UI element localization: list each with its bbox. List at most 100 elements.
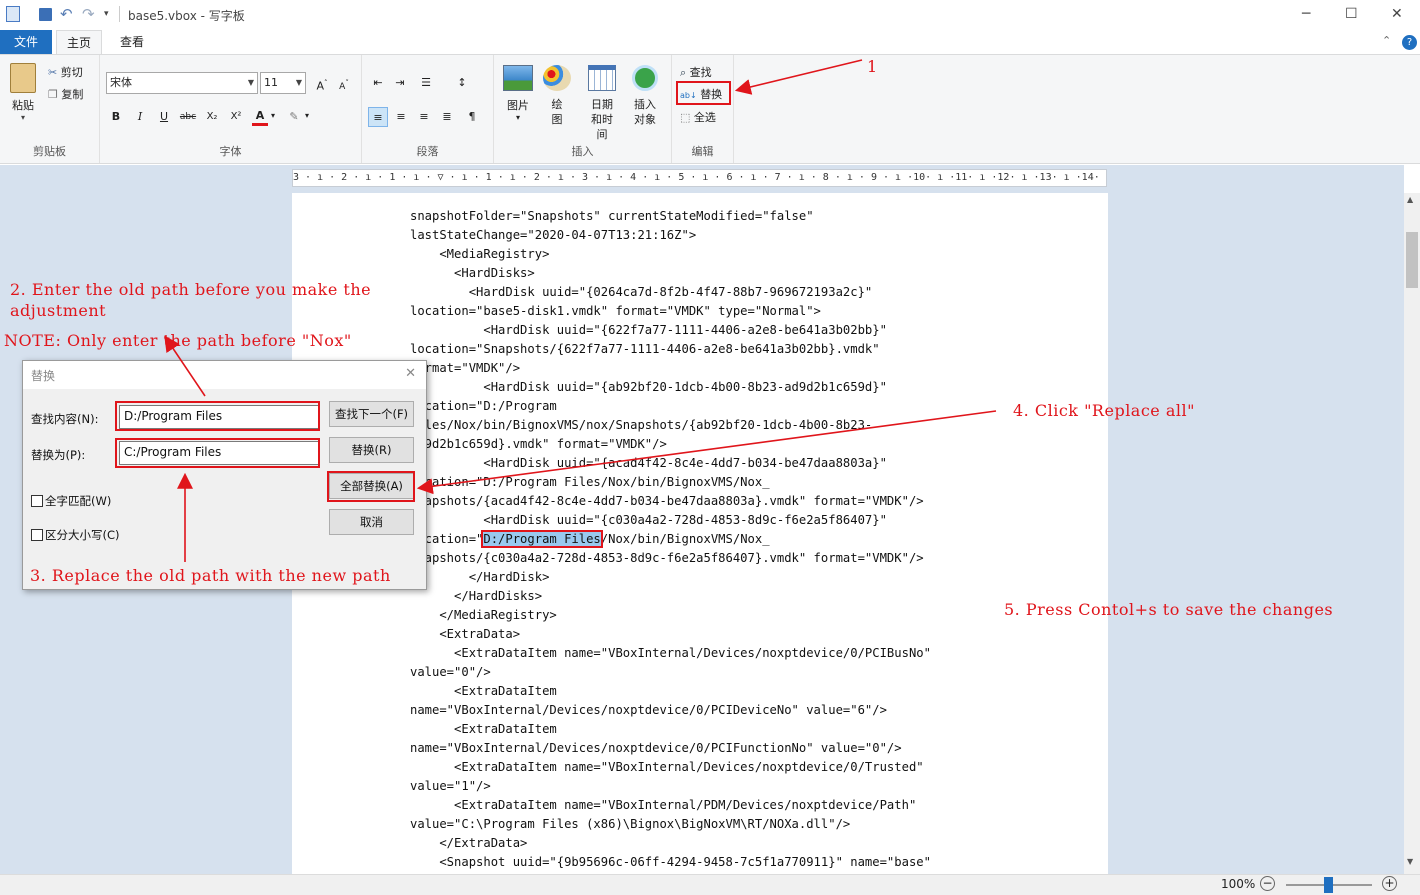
align-center-icon[interactable]: ≡: [391, 107, 411, 127]
underline-icon[interactable]: U: [154, 107, 174, 127]
help-icon[interactable]: ?: [1402, 35, 1417, 50]
strikethrough-icon[interactable]: abc: [178, 107, 198, 127]
document-line: location="Snapshots/{622f7a77-1111-4406-…: [410, 342, 880, 356]
whole-word-checkbox[interactable]: 全字匹配(W): [31, 493, 111, 509]
match-case-checkbox[interactable]: 区分大小写(C): [31, 527, 120, 543]
find-next-button[interactable]: 查找下一个(F): [329, 401, 414, 427]
highlight-pen-icon[interactable]: ✎: [284, 107, 304, 127]
ribbon: 粘贴 ▾ ✂ 剪切 ❐ 复制 剪贴板 宋体 ▼ 11 ▼ A˄ A˅ B I U…: [0, 54, 1420, 164]
cut-label: 剪切: [60, 66, 83, 79]
chevron-down-icon[interactable]: ▾: [271, 111, 275, 120]
find-input-highlight: [115, 401, 320, 431]
insert-object-button[interactable]: 插入对象: [628, 65, 662, 127]
select-all-icon: ⬚: [680, 111, 691, 124]
zoom-out-icon[interactable]: −: [1260, 876, 1275, 891]
annotation-4: 4. Click "Replace all": [1013, 401, 1195, 420]
calendar-icon: [588, 65, 616, 91]
paint-drawing-button[interactable]: 绘图: [542, 65, 572, 127]
paragraph-settings-icon[interactable]: ¶: [462, 107, 482, 127]
annotation-5: 5. Press Contol+s to save the changes: [1004, 600, 1334, 619]
find-button[interactable]: ⌕ 查找: [680, 64, 712, 80]
document-line: location="D:/Program Files/Nox/bin/Bigno…: [410, 475, 770, 489]
justify-icon[interactable]: ≣: [437, 107, 457, 127]
document-line: name="VBoxInternal/Devices/noxptdevice/0…: [410, 741, 902, 755]
title-bar: ↶ ↷ ▾ base5.vbox - 写字板 ─ ☐ ✕: [0, 0, 1420, 30]
scrollbar-thumb[interactable]: [1406, 232, 1418, 288]
superscript-icon[interactable]: X²: [226, 107, 246, 127]
redo-icon[interactable]: ↷: [82, 5, 95, 23]
line-spacing-icon[interactable]: ↕: [452, 73, 472, 93]
picture-icon: [503, 65, 533, 91]
bold-icon[interactable]: B: [106, 107, 126, 127]
copy-icon: ❐: [48, 88, 58, 101]
minimize-button[interactable]: ─: [1302, 6, 1310, 22]
annotation-1: 1: [867, 57, 878, 76]
italic-icon[interactable]: I: [130, 107, 150, 127]
maximize-button[interactable]: ☐: [1345, 6, 1358, 22]
replace-dialog-button[interactable]: 替换(R): [329, 437, 414, 463]
document-line: <ExtraDataItem name="VBoxInternal/PDM/De…: [410, 798, 917, 812]
shrink-font-icon[interactable]: A˅: [334, 73, 354, 93]
scroll-up-icon[interactable]: ▲: [1407, 195, 1413, 204]
document-line: <HardDisks>: [410, 266, 535, 280]
cut-button[interactable]: ✂ 剪切: [48, 64, 83, 80]
tab-view[interactable]: 查看: [108, 30, 156, 54]
zoom-in-icon[interactable]: +: [1382, 876, 1397, 891]
paste-button[interactable]: 粘贴 ▾: [8, 63, 38, 122]
save-icon[interactable]: [39, 8, 52, 21]
paragraph-group: ⇤ ⇥ ☰ ↕ ≡ ≡ ≡ ≣ ¶ 段落: [362, 55, 494, 163]
increase-indent-icon[interactable]: ⇥: [390, 73, 410, 93]
document-line: </MediaRegistry>: [410, 608, 557, 622]
zoom-slider-thumb[interactable]: [1324, 877, 1333, 893]
document-line: </ExtraData>: [410, 836, 528, 850]
annotation-2-line1: 2. Enter the old path before you make th…: [10, 280, 372, 299]
subscript-icon[interactable]: X₂: [202, 107, 222, 127]
document-line: <ExtraData>: [410, 627, 521, 641]
document-line: </HardDisks>: [410, 589, 543, 603]
font-color-icon[interactable]: A: [252, 106, 268, 126]
tab-home[interactable]: 主页: [56, 30, 102, 54]
datetime-button[interactable]: 日期和时间: [582, 65, 622, 142]
font-name-select[interactable]: 宋体 ▼: [106, 72, 258, 94]
document-line: <HardDisk uuid="{acad4f42-8c4e-4dd7-b034…: [410, 456, 887, 470]
chevron-down-icon[interactable]: ▾: [305, 111, 309, 120]
app-icon: [6, 6, 20, 22]
document-text[interactable]: snapshotFolder="Snapshots" currentStateM…: [410, 207, 931, 872]
document-line: Snapshots/{c030a4a2-728d-4853-8d9c-f6e2a…: [410, 551, 924, 565]
align-right-icon[interactable]: ≡: [414, 107, 434, 127]
document-line: value="0"/>: [410, 665, 491, 679]
document-line: <MediaRegistry>: [410, 247, 550, 261]
insert-group-label: 插入: [571, 145, 594, 158]
replace-button-highlight: [676, 81, 731, 105]
cancel-button[interactable]: 取消: [329, 509, 414, 535]
zoom-level: 100%: [1221, 877, 1256, 891]
quick-access-dropdown-icon[interactable]: ▾: [104, 9, 109, 19]
document-line: name="VBoxInternal/Devices/noxptdevice/0…: [410, 703, 887, 717]
binoculars-icon: ⌕: [680, 66, 687, 79]
document-line: <ExtraDataItem: [410, 684, 557, 698]
bullet-list-icon[interactable]: ☰: [416, 73, 436, 93]
grow-font-icon[interactable]: A˄: [312, 73, 332, 93]
ribbon-collapse-icon[interactable]: ⌃: [1382, 34, 1391, 47]
scroll-down-icon[interactable]: ▼: [1407, 857, 1413, 866]
tab-file[interactable]: 文件: [0, 30, 52, 54]
close-button[interactable]: ✕: [1391, 6, 1403, 22]
font-size-value: 11: [264, 76, 278, 89]
selected-text: D:/Program Files: [481, 530, 603, 548]
select-all-button[interactable]: ⬚ 全选: [680, 109, 716, 125]
font-size-select[interactable]: 11 ▼: [260, 72, 306, 94]
undo-icon[interactable]: ↶: [60, 5, 73, 23]
vertical-scrollbar[interactable]: ▲ ▼: [1404, 193, 1420, 874]
ruler[interactable]: 3 · ı · 2 · ı · 1 · ı · ▽ · ı · 1 · ı · …: [292, 169, 1107, 187]
object-label: 插入对象: [634, 98, 656, 126]
whole-word-label: 全字匹配(W): [45, 494, 112, 508]
dialog-close-icon[interactable]: ✕: [405, 366, 416, 381]
ruler-ticks: 3 · ı · 2 · ı · 1 · ı · ▽ · ı · 1 · ı · …: [293, 172, 1106, 183]
paste-label: 粘贴: [12, 99, 34, 112]
insert-picture-button[interactable]: 图片 ▾: [502, 65, 534, 122]
clipboard-group-label: 剪贴板: [33, 145, 66, 158]
decrease-indent-icon[interactable]: ⇤: [368, 73, 388, 93]
copy-button[interactable]: ❐ 复制: [48, 86, 83, 102]
align-left-icon[interactable]: ≡: [368, 107, 388, 127]
document-line: lastStateChange="2020-04-07T13:21:16Z">: [410, 228, 697, 242]
